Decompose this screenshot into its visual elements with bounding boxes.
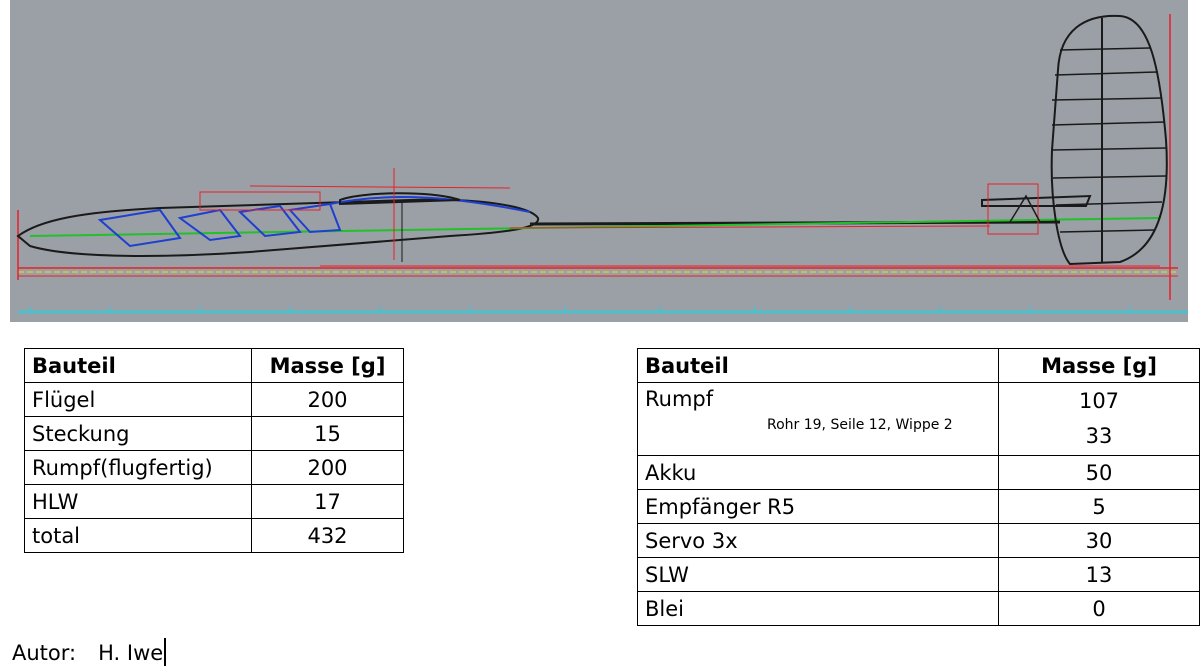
part-cell: total [24, 518, 252, 553]
mass-cell: 15 [251, 416, 404, 451]
mass-cell: 0 [998, 591, 1200, 626]
part-cell: Rumpf(flugfertig) [24, 450, 252, 485]
rumpf-mass-1: 107 [1078, 389, 1120, 413]
part-cell-rumpf: Rumpf Rohr 19, Seile 12, Wippe 2 [637, 382, 999, 456]
table-row-rumpf: Rumpf Rohr 19, Seile 12, Wippe 2 107 33 [637, 382, 1200, 456]
mass-cell-rumpf: 107 33 [998, 382, 1200, 456]
rumpf-label: Rumpf [645, 387, 714, 411]
author-name: H. Iwe [98, 641, 164, 665]
text-cursor [164, 638, 167, 666]
fuselage-pod [16, 198, 540, 257]
stabilizer-ribs [1051, 47, 1167, 233]
mass-table-right: Bauteil Masse [g] Rumpf Rohr 19, Seile 1… [637, 348, 1200, 626]
mass-cell: 200 [251, 382, 404, 417]
table-row: Akku 50 [637, 455, 1200, 490]
part-cell: Akku [637, 455, 999, 490]
table-row: HLW 17 [24, 484, 404, 519]
mass-cell: 432 [251, 518, 404, 553]
mass-cell: 30 [998, 523, 1200, 558]
part-cell: Servo 3x [637, 523, 999, 558]
mass-cell: 17 [251, 484, 404, 519]
tail-linkage [1009, 194, 1041, 223]
author-line: Autor: H. Iwe [12, 638, 167, 666]
vertical-stabilizer [1050, 14, 1168, 266]
mass-cell: 5 [998, 489, 1200, 524]
table-row: SLW 13 [637, 557, 1200, 592]
header-masse: Masse [g] [998, 348, 1200, 383]
part-cell: Blei [637, 591, 999, 626]
part-cell: Empfänger R5 [637, 489, 999, 524]
part-cell: SLW [637, 557, 999, 592]
rumpf-note: Rohr 19, Seile 12, Wippe 2 [767, 417, 953, 433]
table-row: Steckung 15 [24, 416, 404, 451]
mass-cell: 50 [998, 455, 1200, 490]
part-cell: HLW [24, 484, 252, 519]
table-row: Empfänger R5 5 [637, 489, 1200, 524]
header-bauteil: Bauteil [24, 348, 252, 383]
header-bauteil: Bauteil [637, 348, 999, 383]
red-line-top [249, 185, 511, 189]
rumpf-mass-2: 33 [1085, 424, 1113, 448]
table-header-row: Bauteil Masse [g] [24, 348, 404, 383]
glider-cad-drawing [10, 0, 1188, 322]
author-label: Autor: [12, 641, 77, 665]
header-masse: Masse [g] [251, 348, 404, 383]
part-cell: Steckung [24, 416, 252, 451]
table-row: Rumpf(flugfertig) 200 [24, 450, 404, 485]
mass-cell: 13 [998, 557, 1200, 592]
table-header-row: Bauteil Masse [g] [637, 348, 1200, 383]
tail-red-box [987, 183, 1039, 235]
table-row-total: total 432 [24, 518, 404, 553]
table-row: Servo 3x 30 [637, 523, 1200, 558]
mass-table-left: Bauteil Masse [g] Flügel 200 Steckung 15… [24, 348, 404, 553]
table-row: Blei 0 [637, 591, 1200, 626]
part-cell: Flügel [24, 382, 252, 417]
table-row: Flügel 200 [24, 382, 404, 417]
glider-side-view-svg [16, 14, 1188, 313]
mass-cell: 200 [251, 450, 404, 485]
